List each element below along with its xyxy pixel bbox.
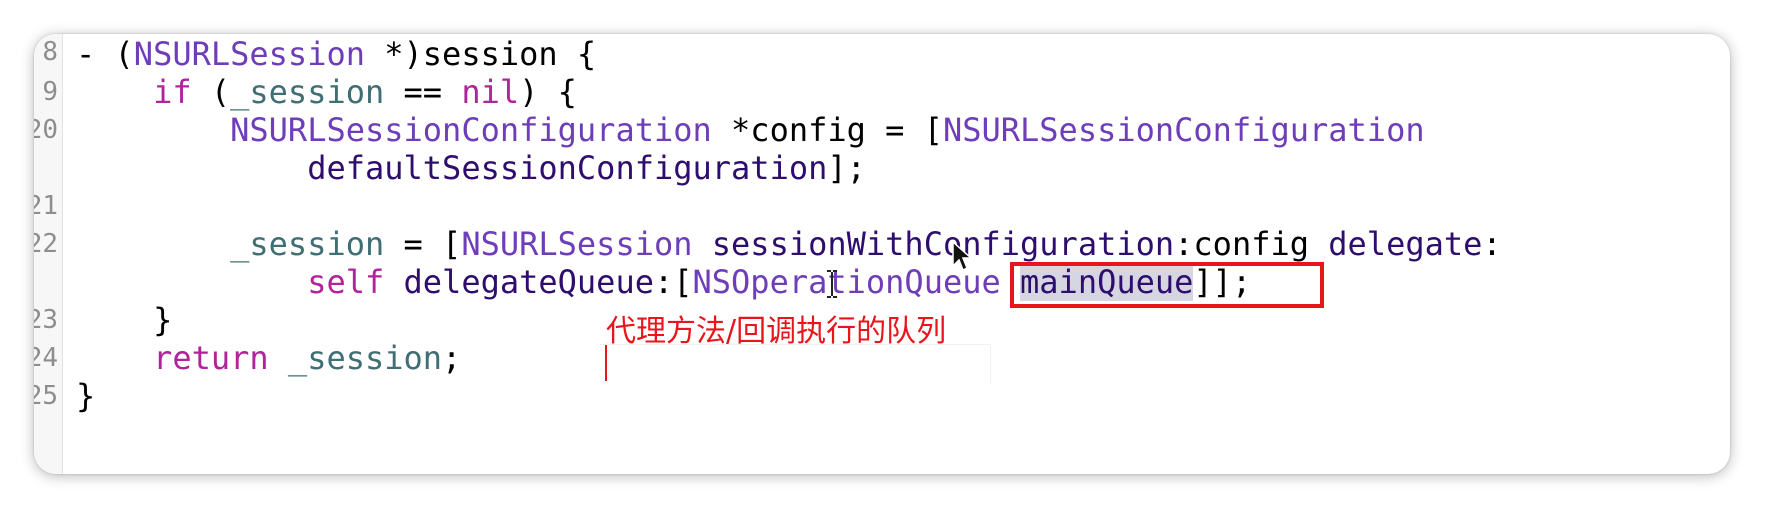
code-token: return: [153, 339, 269, 377]
line-number: 20: [34, 115, 58, 145]
code-token: NSURLSession: [461, 225, 693, 263]
line-number-gutter: 8 9 20 21 22 23 24 25: [34, 34, 63, 474]
code-token: :: [1482, 225, 1502, 263]
code-token: ];: [827, 149, 866, 187]
line-number: 23: [34, 305, 58, 335]
text-caret: [605, 345, 607, 381]
annotation-highlight-box: [1010, 262, 1324, 308]
code-token: NSURLSessionConfiguration: [942, 111, 1425, 149]
code-token: ==: [384, 73, 462, 111]
code-token: :[: [653, 263, 693, 301]
code-line: return _session;: [76, 337, 461, 380]
line-number: 24: [34, 343, 58, 373]
code-token: defaultSessionConfiguration: [307, 149, 828, 187]
code-token: ;: [442, 339, 462, 377]
arrow-pointer-icon: [952, 240, 973, 272]
code-line: defaultSessionConfiguration];: [76, 147, 866, 190]
code-line: NSURLSessionConfiguration *config = [NSU…: [76, 109, 1425, 152]
code-token: _session: [230, 225, 385, 263]
line-number: 25: [34, 381, 58, 411]
code-token: }: [76, 377, 96, 415]
line-number: 21: [34, 191, 58, 221]
code-token: self: [307, 263, 385, 301]
code-token: (: [191, 73, 231, 111]
annotation-label: 代理方法/回调执行的队列: [606, 314, 947, 349]
line-number: 9: [42, 77, 58, 107]
line-number: 8: [42, 37, 58, 67]
code-line: if (_session == nil) {: [76, 71, 577, 114]
code-token: nil: [461, 73, 520, 111]
code-token: delegateQueue: [403, 263, 654, 301]
code-editor-window: 8 9 20 21 22 23 24 25 - (NSURLSession *)…: [34, 34, 1730, 474]
code-token: *config = [: [711, 111, 943, 149]
code-token: - (: [76, 35, 134, 73]
code-token: :config: [1174, 225, 1329, 263]
code-token: delegate: [1328, 225, 1483, 263]
line-number: 22: [34, 229, 58, 259]
code-token: *)session {: [364, 35, 597, 73]
code-token: sessionWithConfiguration: [711, 225, 1175, 263]
code-line: }: [76, 299, 172, 342]
code-token: ) {: [519, 73, 577, 111]
annotation-text-box: [600, 344, 991, 385]
code-line: - (NSURLSession *)session {: [76, 34, 596, 76]
code-token: }: [76, 301, 173, 339]
code-token: = [: [384, 225, 462, 263]
text-ibeam-icon: [827, 270, 837, 298]
code-token: NSURLSessionConfiguration: [230, 111, 712, 149]
code-token: if: [153, 73, 192, 111]
code-token: NSURLSession: [133, 35, 365, 73]
code-token: _session: [230, 73, 385, 111]
code-line: }: [76, 375, 95, 418]
code-line: _session = [NSURLSession sessionWithConf…: [76, 223, 1502, 266]
code-token: _session: [287, 339, 443, 377]
